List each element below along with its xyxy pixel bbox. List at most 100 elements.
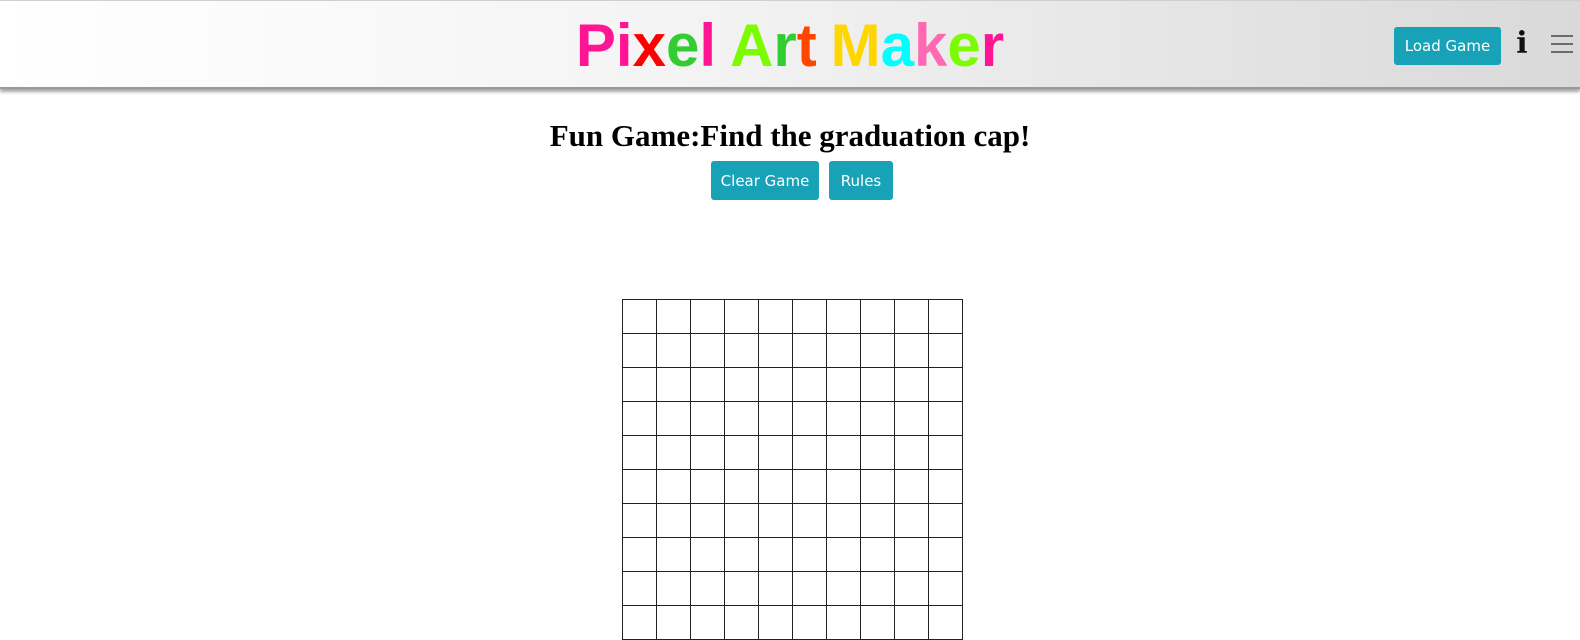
grid-cell[interactable] (690, 605, 725, 640)
grid-cell[interactable] (656, 537, 691, 572)
grid-cell[interactable] (792, 605, 827, 640)
rules-button[interactable]: Rules (829, 161, 893, 200)
grid-cell[interactable] (928, 435, 963, 470)
grid-cell[interactable] (928, 333, 963, 368)
grid-cell[interactable] (826, 605, 861, 640)
grid-cell[interactable] (758, 333, 793, 368)
grid-cell[interactable] (656, 299, 691, 334)
grid-cell[interactable] (724, 537, 759, 572)
grid-cell[interactable] (826, 333, 861, 368)
grid-cell[interactable] (792, 435, 827, 470)
load-game-button[interactable]: Load Game (1394, 27, 1501, 65)
grid-cell[interactable] (928, 503, 963, 538)
grid-cell[interactable] (928, 367, 963, 402)
grid-cell[interactable] (724, 435, 759, 470)
grid-cell[interactable] (656, 333, 691, 368)
grid-cell[interactable] (894, 503, 929, 538)
grid-cell[interactable] (792, 503, 827, 538)
grid-cell[interactable] (860, 401, 895, 436)
grid-cell[interactable] (656, 401, 691, 436)
grid-cell[interactable] (894, 401, 929, 436)
grid-cell[interactable] (792, 401, 827, 436)
grid-cell[interactable] (826, 537, 861, 572)
grid-cell[interactable] (690, 503, 725, 538)
grid-cell[interactable] (826, 435, 861, 470)
grid-cell[interactable] (928, 469, 963, 504)
grid-cell[interactable] (622, 503, 657, 538)
grid-cell[interactable] (928, 537, 963, 572)
grid-cell[interactable] (860, 435, 895, 470)
grid-cell[interactable] (622, 605, 657, 640)
grid-cell[interactable] (622, 571, 657, 606)
grid-cell[interactable] (826, 367, 861, 402)
grid-cell[interactable] (656, 435, 691, 470)
grid-cell[interactable] (792, 571, 827, 606)
grid-cell[interactable] (792, 469, 827, 504)
grid-cell[interactable] (758, 469, 793, 504)
grid-cell[interactable] (792, 537, 827, 572)
grid-cell[interactable] (622, 537, 657, 572)
grid-cell[interactable] (758, 537, 793, 572)
grid-cell[interactable] (724, 401, 759, 436)
grid-cell[interactable] (690, 299, 725, 334)
grid-cell[interactable] (894, 605, 929, 640)
grid-cell[interactable] (724, 367, 759, 402)
clear-game-button[interactable]: Clear Game (711, 161, 819, 200)
grid-cell[interactable] (860, 469, 895, 504)
grid-cell[interactable] (656, 605, 691, 640)
grid-cell[interactable] (894, 333, 929, 368)
grid-cell[interactable] (758, 571, 793, 606)
grid-cell[interactable] (792, 367, 827, 402)
grid-cell[interactable] (860, 299, 895, 334)
grid-cell[interactable] (758, 605, 793, 640)
grid-cell[interactable] (860, 367, 895, 402)
grid-cell[interactable] (690, 333, 725, 368)
grid-cell[interactable] (690, 367, 725, 402)
grid-cell[interactable] (724, 333, 759, 368)
grid-cell[interactable] (826, 469, 861, 504)
grid-cell[interactable] (724, 469, 759, 504)
grid-cell[interactable] (758, 367, 793, 402)
grid-cell[interactable] (690, 435, 725, 470)
hamburger-menu-icon[interactable] (1551, 35, 1573, 55)
grid-cell[interactable] (724, 605, 759, 640)
grid-cell[interactable] (724, 571, 759, 606)
grid-cell[interactable] (826, 503, 861, 538)
grid-cell[interactable] (894, 299, 929, 334)
grid-cell[interactable] (656, 503, 691, 538)
grid-cell[interactable] (758, 299, 793, 334)
grid-cell[interactable] (792, 333, 827, 368)
grid-cell[interactable] (622, 299, 657, 334)
info-icon[interactable]: i (1512, 29, 1532, 59)
grid-cell[interactable] (690, 469, 725, 504)
grid-cell[interactable] (894, 435, 929, 470)
grid-cell[interactable] (928, 605, 963, 640)
grid-cell[interactable] (622, 367, 657, 402)
grid-cell[interactable] (894, 571, 929, 606)
grid-cell[interactable] (826, 401, 861, 436)
grid-cell[interactable] (622, 401, 657, 436)
grid-cell[interactable] (860, 537, 895, 572)
grid-cell[interactable] (758, 435, 793, 470)
grid-cell[interactable] (758, 401, 793, 436)
grid-cell[interactable] (860, 333, 895, 368)
grid-cell[interactable] (656, 469, 691, 504)
grid-cell[interactable] (928, 571, 963, 606)
grid-cell[interactable] (724, 503, 759, 538)
grid-cell[interactable] (860, 571, 895, 606)
grid-cell[interactable] (656, 367, 691, 402)
grid-cell[interactable] (656, 571, 691, 606)
grid-cell[interactable] (860, 503, 895, 538)
grid-cell[interactable] (758, 503, 793, 538)
grid-cell[interactable] (826, 571, 861, 606)
grid-cell[interactable] (724, 299, 759, 334)
grid-cell[interactable] (894, 469, 929, 504)
grid-cell[interactable] (622, 435, 657, 470)
grid-cell[interactable] (622, 469, 657, 504)
grid-cell[interactable] (690, 537, 725, 572)
grid-cell[interactable] (792, 299, 827, 334)
grid-cell[interactable] (894, 537, 929, 572)
grid-cell[interactable] (860, 605, 895, 640)
grid-cell[interactable] (690, 571, 725, 606)
grid-cell[interactable] (928, 299, 963, 334)
